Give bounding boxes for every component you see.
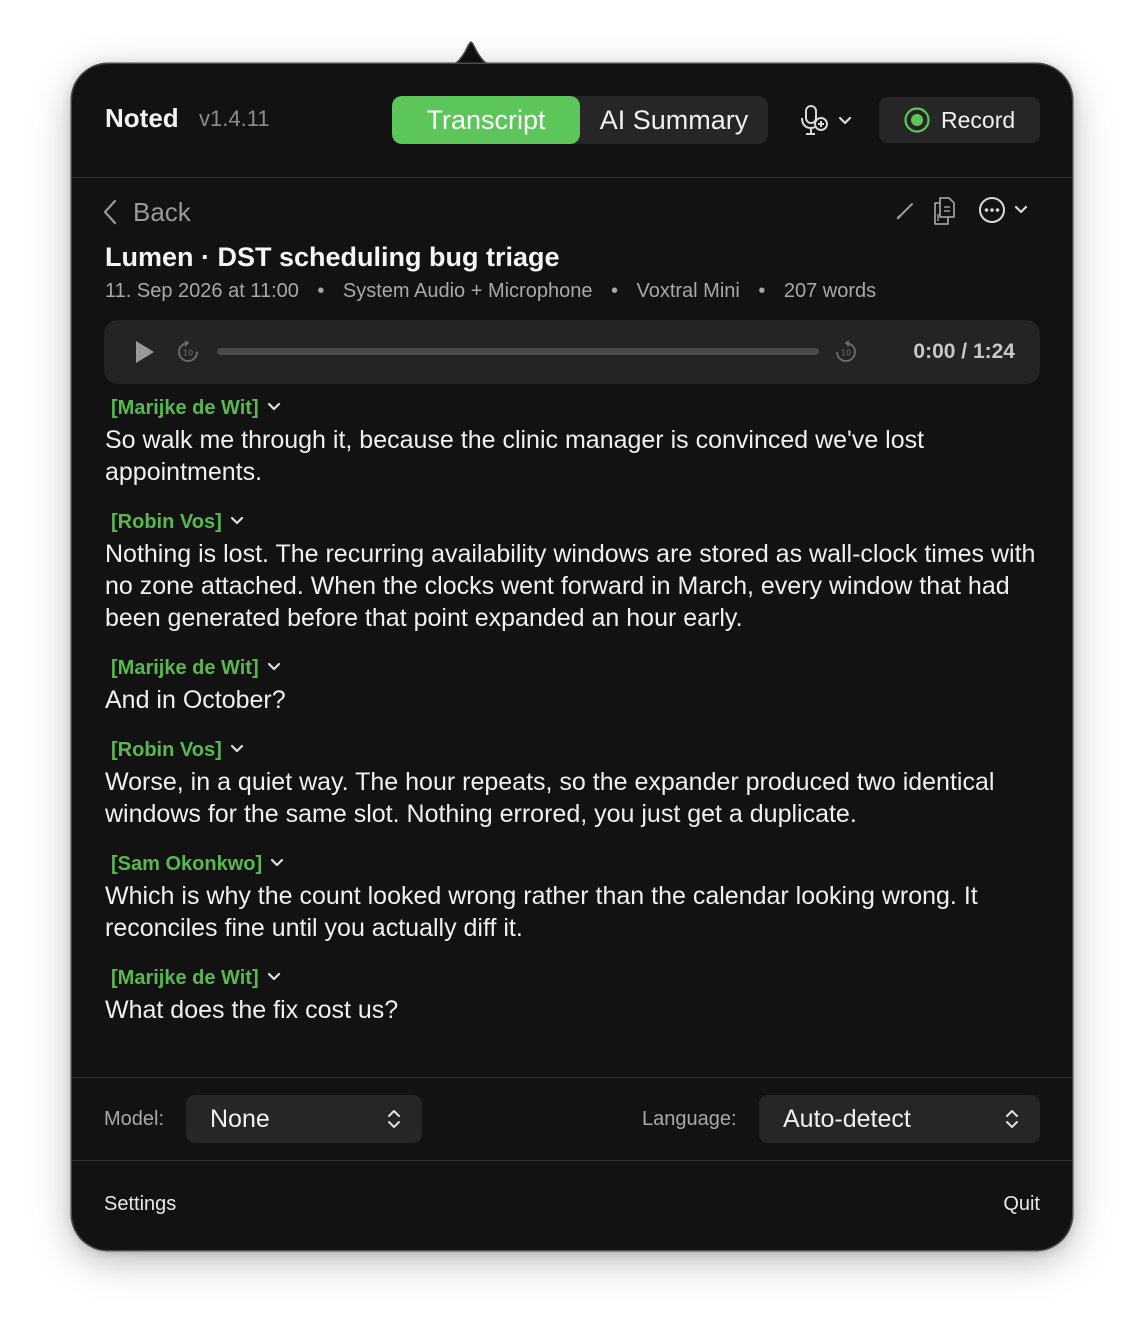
svg-text:10: 10	[841, 349, 851, 358]
skip-forward-10-icon[interactable]: 10	[834, 340, 858, 364]
chevron-down-icon	[1014, 205, 1028, 214]
speaker-label: [Sam Okonkwo]	[111, 853, 263, 875]
chevron-down-icon	[267, 972, 280, 980]
speaker-menu[interactable]: [Marijke de Wit]	[111, 654, 281, 682]
speaker-label: [Marijke de Wit]	[111, 657, 259, 679]
model-select-value: None	[210, 1105, 270, 1133]
back-label: Back	[133, 197, 191, 227]
quit-button[interactable]: Quit	[1003, 1161, 1040, 1247]
view-segmented-control: Transcript AI Summary	[392, 96, 768, 144]
microphone-settings-icon	[801, 105, 828, 135]
up-down-chevron-icon	[1006, 1110, 1018, 1128]
header: Noted v1.4.11 Transcript AI Summary Reco…	[72, 64, 1072, 178]
tab-transcript[interactable]: Transcript	[392, 96, 580, 144]
edit-pencil-icon[interactable]	[896, 200, 916, 220]
utterance-text: Which is why the count looked wrong rath…	[105, 882, 978, 942]
language-label: Language:	[642, 1108, 737, 1130]
speaker-menu[interactable]: [Robin Vos]	[111, 508, 244, 536]
popover-arrow	[446, 41, 496, 66]
speaker-label: [Marijke de Wit]	[111, 397, 259, 419]
playback-time: 0:00 / 1:24	[913, 340, 1015, 363]
transcript-entry: [Robin Vos] Worse, in a quiet way. The h…	[105, 736, 1045, 830]
audio-player: 10 10 0:00 / 1:24	[104, 320, 1040, 384]
transcription-options-bar: Model: None Language: Auto-detect	[72, 1077, 1072, 1161]
chevron-down-icon	[838, 116, 852, 125]
chevron-down-icon	[267, 662, 280, 670]
model-select[interactable]: None	[186, 1095, 422, 1143]
record-label: Record	[941, 107, 1016, 133]
svg-text:10: 10	[183, 349, 193, 358]
metadata-separator: •	[317, 280, 325, 302]
noted-popover: Noted v1.4.11 Transcript AI Summary Reco…	[72, 64, 1072, 1250]
utterance-text: Worse, in a quiet way. The hour repeats,…	[105, 768, 995, 828]
utterance-text: So walk me through it, because the clini…	[105, 426, 925, 486]
speaker-label: [Marijke de Wit]	[111, 967, 259, 989]
model-label: Model:	[104, 1108, 165, 1130]
skip-back-10-icon[interactable]: 10	[176, 340, 200, 364]
play-icon[interactable]	[134, 339, 156, 365]
speaker-menu[interactable]: [Sam Okonkwo]	[111, 850, 284, 878]
metadata-separator: •	[758, 280, 766, 302]
transcript-entry: [Robin Vos] Nothing is lost. The recurri…	[105, 508, 1045, 634]
chevron-down-icon	[271, 858, 284, 866]
footer: Settings Quit	[72, 1161, 1072, 1250]
utterance-text: And in October?	[105, 686, 286, 714]
recording-source: System Audio + Microphone	[342, 280, 593, 302]
microphone-menu-button[interactable]	[800, 102, 856, 142]
transcript-entry: [Marijke de Wit] What does the fix cost …	[105, 964, 1045, 1026]
up-down-chevron-icon	[388, 1110, 400, 1128]
transcript-entry: [Marijke de Wit] So walk me through it, …	[105, 394, 1045, 488]
speaker-menu[interactable]: [Marijke de Wit]	[111, 964, 281, 992]
chevron-left-icon	[103, 199, 117, 225]
chevron-down-icon	[230, 744, 243, 752]
recording-date: 11. Sep 2026 at 11:00	[105, 280, 299, 302]
record-button[interactable]: Record	[879, 97, 1040, 143]
transcript-list: [Marijke de Wit] So walk me through it, …	[105, 394, 1045, 1046]
record-icon	[904, 107, 930, 133]
speaker-label: [Robin Vos]	[111, 511, 222, 533]
language-select[interactable]: Auto-detect	[759, 1095, 1040, 1143]
more-options-menu-button[interactable]	[978, 196, 1032, 226]
transcript-entry: [Marijke de Wit] And in October?	[105, 654, 1045, 716]
chevron-down-icon	[230, 516, 243, 524]
language-select-value: Auto-detect	[783, 1105, 911, 1133]
chevron-down-icon	[267, 402, 280, 410]
settings-button[interactable]: Settings	[104, 1161, 176, 1247]
tab-ai-summary[interactable]: AI Summary	[580, 96, 768, 144]
speaker-menu[interactable]: [Marijke de Wit]	[111, 394, 281, 422]
word-count: 207 words	[783, 280, 877, 302]
speaker-menu[interactable]: [Robin Vos]	[111, 736, 244, 764]
speaker-label: [Robin Vos]	[111, 739, 222, 761]
more-options-icon	[979, 197, 1005, 223]
app-version: v1.4.11	[199, 106, 270, 131]
utterance-text: Nothing is lost. The recurring availabil…	[105, 540, 1036, 632]
utterance-text: What does the fix cost us?	[105, 996, 399, 1024]
recording-metadata: 11. Sep 2026 at 11:00 • System Audio + Mic…	[105, 280, 876, 303]
playback-scrubber[interactable]	[217, 348, 819, 355]
recording-title: Lumen · DST scheduling bug triage	[105, 242, 560, 272]
metadata-separator: •	[610, 280, 618, 302]
app-name: Noted	[105, 103, 179, 133]
recording-model: Voxtral Mini	[636, 280, 740, 302]
transcript-entry: [Sam Okonkwo] Which is why the count loo…	[105, 850, 1045, 944]
copy-icon[interactable]	[932, 197, 956, 225]
